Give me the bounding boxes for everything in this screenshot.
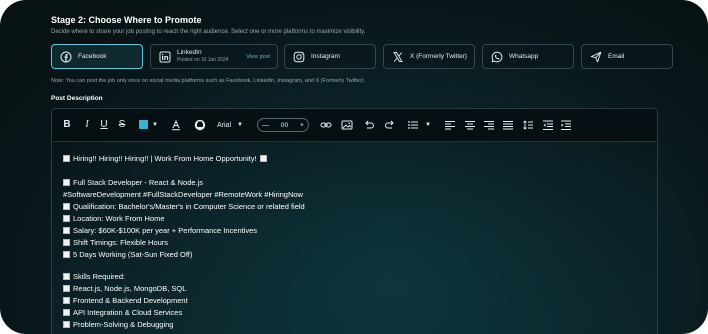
line-text: Skills Required:	[73, 272, 126, 281]
align-left-icon[interactable]	[444, 119, 456, 131]
underline-icon[interactable]: U	[99, 119, 109, 131]
emoji-placeholder	[63, 179, 70, 186]
line-text: Shift Timings: Flexible Hours	[73, 238, 169, 247]
indent-icon[interactable]	[560, 119, 572, 131]
content-line: Problem-Solving & Debugging	[63, 320, 173, 329]
platform-x[interactable]: X (Formerly Twitter)	[383, 44, 475, 69]
content-line: Qualification: Bachelor's/Master's in Co…	[63, 202, 305, 211]
font-size-stepper[interactable]: — 00 +	[257, 118, 309, 132]
send-icon	[590, 51, 602, 63]
emoji-placeholder	[63, 155, 70, 162]
plus-icon[interactable]: +	[300, 122, 304, 129]
content-line: Full Stack Developer - React & Node.js	[63, 178, 203, 187]
chevron-down-icon: ▼	[237, 122, 243, 128]
editor-toolbar: B I U S ▼ Arial ▼ — 00 + ▼	[52, 109, 657, 142]
content-line: Shift Timings: Flexible Hours	[63, 238, 168, 247]
line-text: Problem-Solving & Debugging	[73, 320, 174, 329]
font-family-select[interactable]: Arial ▼	[217, 118, 243, 132]
stage-title: Stage 2: Choose Where to Promote	[51, 15, 202, 25]
content-line: 5 Days Working (Sat-Sun Fixed Off)	[63, 250, 192, 259]
promote-panel: Stage 2: Choose Where to Promote Decide …	[0, 0, 708, 334]
emoji-placeholder	[63, 321, 70, 328]
line-text: API Integration & Cloud Services	[73, 308, 183, 317]
stage-description: Decide where to share your job posting t…	[51, 29, 366, 35]
line-text: #SoftwareDevelopment #FullStackDeveloper…	[63, 190, 303, 199]
whatsapp-icon	[491, 51, 503, 63]
font-size-value: 00	[280, 121, 289, 129]
minus-icon[interactable]: —	[262, 122, 269, 129]
posted-date: Posted on 10 Jan 2024	[177, 57, 229, 64]
view-post-link[interactable]: View post	[246, 54, 270, 60]
align-right-icon[interactable]	[483, 119, 495, 131]
emoji-placeholder	[63, 273, 70, 280]
emoji-placeholder	[63, 251, 70, 258]
undo-icon[interactable]	[363, 119, 375, 131]
line-text: Qualification: Bachelor's/Master's in Co…	[73, 202, 305, 211]
facebook-icon	[60, 51, 72, 63]
content-line: Skills Required:	[63, 272, 125, 281]
emoji-placeholder	[63, 309, 70, 316]
italic-icon[interactable]: I	[82, 119, 92, 131]
instagram-icon	[293, 51, 305, 63]
content-line: Hiring!! Hiring!! Hiring!! | Work From H…	[63, 154, 267, 163]
emoji-placeholder	[63, 227, 70, 234]
editor-content[interactable]: Hiring!! Hiring!! Hiring!! | Work From H…	[52, 142, 657, 334]
platform-facebook[interactable]: Facebook	[51, 44, 143, 69]
content-line: Frontend & Backend Development	[63, 296, 188, 305]
image-icon[interactable]	[341, 119, 353, 131]
line-text: Location: Work From Home	[73, 214, 165, 223]
link-icon[interactable]	[320, 119, 332, 131]
post-description-label: Post Description	[51, 95, 103, 102]
post-description-editor[interactable]: B I U S ▼ Arial ▼ — 00 + ▼ Hiring!! Hiri…	[51, 108, 658, 334]
platform-label: Email	[608, 53, 625, 60]
content-line: Location: Work From Home	[63, 214, 165, 223]
emoji-placeholder	[259, 155, 267, 162]
chevron-down-icon[interactable]: ▼	[424, 119, 432, 131]
line-height-icon[interactable]	[522, 119, 534, 131]
emoji-placeholder	[63, 215, 70, 222]
platform-label: Facebook	[78, 53, 107, 60]
emoji-placeholder	[63, 297, 70, 304]
content-line: Salary: $60K-$100K per year + Performanc…	[63, 226, 257, 235]
bullet-list-icon[interactable]	[407, 119, 419, 131]
line-text: Frontend & Backend Development	[73, 296, 188, 305]
platform-instagram[interactable]: Instagram	[284, 44, 376, 69]
line-text: Full Stack Developer - React & Node.js	[73, 178, 204, 187]
chevron-down-icon[interactable]: ▼	[151, 119, 159, 131]
platform-whatsapp[interactable]: Whatsapp	[482, 44, 574, 69]
redo-icon[interactable]	[384, 119, 396, 131]
platform-label: X (Formerly Twitter)	[410, 53, 467, 60]
font-color-icon[interactable]	[170, 119, 182, 131]
platform-label: Whatsapp	[509, 53, 539, 60]
content-line: #SoftwareDevelopment #FullStackDeveloper…	[63, 190, 303, 199]
line-text: Salary: $60K-$100K per year + Performanc…	[73, 226, 258, 235]
line-text: Hiring!! Hiring!! Hiring!! | Work From H…	[73, 154, 257, 163]
content-line: API Integration & Cloud Services	[63, 308, 182, 317]
text-color-swatch[interactable]	[139, 120, 148, 129]
line-text: React.js, Node.js, MongoDB, SQL	[73, 284, 187, 293]
posting-note: Note: You can post the job only once on …	[51, 78, 366, 84]
emoji-placeholder	[63, 239, 70, 246]
platform-label: LinkedIn	[177, 49, 202, 57]
bold-icon[interactable]: B	[62, 119, 72, 131]
content-line: React.js, Node.js, MongoDB, SQL	[63, 284, 186, 293]
align-justify-icon[interactable]	[502, 119, 514, 131]
emoji-placeholder	[63, 285, 70, 292]
platform-label: Instagram	[311, 53, 340, 60]
outdent-icon[interactable]	[542, 119, 554, 131]
align-center-icon[interactable]	[464, 119, 476, 131]
highlight-icon[interactable]	[194, 119, 206, 131]
font-family-value: Arial	[217, 121, 232, 129]
linkedin-icon	[159, 51, 171, 63]
line-text: 5 Days Working (Sat-Sun Fixed Off)	[73, 250, 193, 259]
platform-linkedin[interactable]: LinkedIn Posted on 10 Jan 2024 View post	[150, 44, 278, 69]
x-icon	[392, 51, 404, 63]
emoji-placeholder	[63, 203, 70, 210]
platform-email[interactable]: Email	[581, 44, 673, 69]
strikethrough-icon[interactable]: S	[117, 119, 127, 131]
